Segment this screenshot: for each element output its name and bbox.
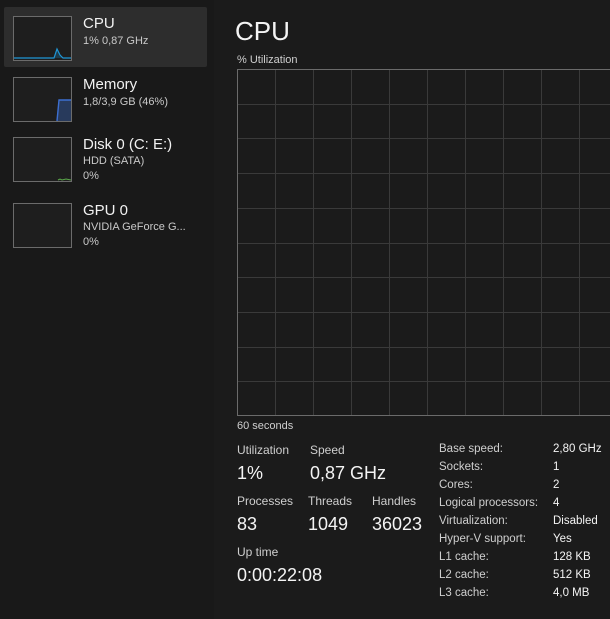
speed-value: 0,87 GHz [310, 463, 387, 483]
spec-label: Logical processors: [439, 497, 539, 509]
memory-thumbnail-graph [13, 77, 72, 122]
disk-mini-graph [57, 178, 72, 181]
spec-value: Disabled [553, 515, 598, 527]
speed-label: Speed [310, 443, 345, 457]
spec-label: Virtualization: [439, 515, 508, 527]
memory-mini-graph [56, 99, 71, 122]
spec-label: Base speed: [439, 443, 503, 455]
spec-label: L3 cache: [439, 587, 489, 599]
sidebar-item-cpu[interactable]: CPU 1% 0,87 GHz [4, 7, 207, 67]
sidebar-item-detail: 1% 0,87 GHz [83, 35, 149, 47]
utilization-graph-label: % Utilization [237, 54, 298, 66]
sidebar-item-disk[interactable]: Disk 0 (C: E:) HDD (SATA) 0% [4, 128, 207, 188]
spec-value: 4,0 MB [553, 587, 590, 599]
cpu-mini-graph [14, 47, 71, 59]
spec-value: 4 [553, 497, 560, 509]
sidebar-item-detail: NVIDIA GeForce G... [83, 221, 186, 233]
spec-label: L1 cache: [439, 551, 489, 563]
handles-value: 36023 [372, 514, 423, 534]
utilization-label: Utilization [237, 443, 290, 457]
spec-value: 512 KB [553, 569, 591, 581]
threads-label: Threads [308, 494, 353, 508]
utilization-value: 1% [237, 463, 264, 483]
disk-thumbnail-graph [13, 137, 72, 182]
task-manager-performance: CPU 1% 0,87 GHz Memory 1,8/3,9 GB (46%) … [0, 0, 610, 619]
sidebar-item-memory[interactable]: Memory 1,8/3,9 GB (46%) [4, 68, 207, 128]
sidebar-item-usage: 0% [83, 170, 99, 182]
processes-value: 83 [237, 514, 258, 534]
spec-label: L2 cache: [439, 569, 489, 581]
spec-value: Yes [553, 533, 572, 545]
sidebar-item-title: Disk 0 (C: E:) [83, 136, 173, 153]
graph-time-span: 60 seconds [237, 420, 294, 432]
performance-sidebar: CPU 1% 0,87 GHz Memory 1,8/3,9 GB (46%) … [0, 0, 214, 619]
spec-label: Hyper-V support: [439, 533, 526, 545]
processes-label: Processes [237, 494, 294, 508]
cpu-detail-panel: CPU % Utilization 60 seconds Utilization… [214, 0, 610, 619]
page-title: CPU [235, 16, 290, 46]
threads-value: 1049 [308, 514, 349, 534]
spec-value: 2 [553, 479, 560, 491]
sidebar-item-usage: 0% [83, 236, 99, 248]
sidebar-item-detail: HDD (SATA) [83, 155, 145, 167]
sidebar-item-title: CPU [83, 15, 115, 32]
sidebar-item-title: GPU 0 [83, 202, 129, 219]
handles-label: Handles [372, 494, 417, 508]
sidebar-item-detail: 1,8/3,9 GB (46%) [83, 96, 168, 108]
spec-value: 128 KB [553, 551, 591, 563]
spec-label: Sockets: [439, 461, 484, 473]
spec-value: 1 [553, 461, 560, 473]
sidebar-item-title: Memory [83, 76, 138, 93]
gpu-thumbnail-graph [13, 203, 72, 248]
spec-label: Cores: [439, 479, 473, 491]
sidebar-item-gpu[interactable]: GPU 0 NVIDIA GeForce G... 0% [4, 194, 207, 254]
cpu-thumbnail-graph [13, 16, 72, 61]
cpu-utilization-graph [237, 69, 610, 416]
spec-value: 2,80 GHz [553, 443, 602, 455]
uptime-label: Up time [237, 545, 279, 559]
uptime-value: 0:00:22:08 [237, 565, 323, 585]
